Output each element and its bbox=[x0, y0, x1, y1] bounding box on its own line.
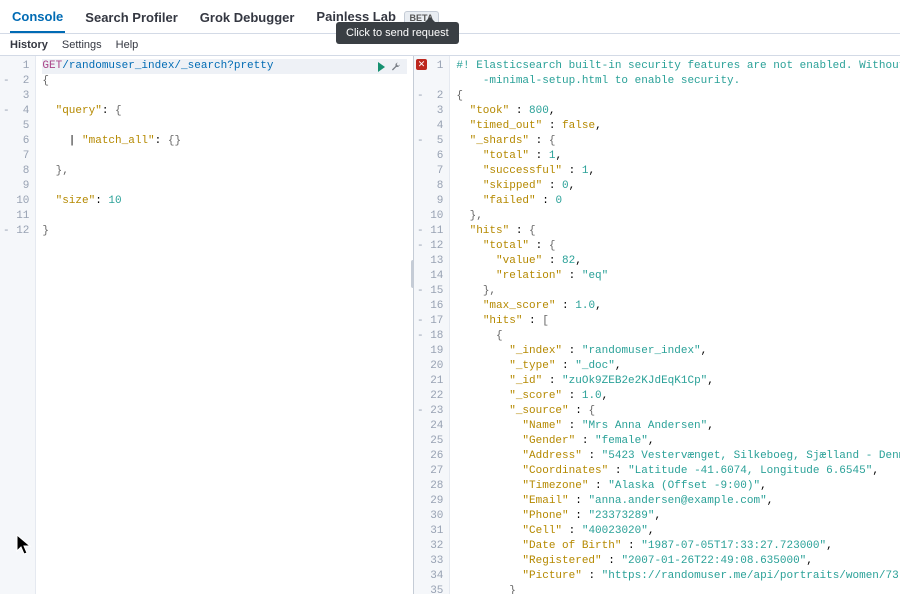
wrench-icon[interactable] bbox=[391, 62, 401, 72]
subtab-settings[interactable]: Settings bbox=[62, 39, 102, 51]
tab-grok-debugger[interactable]: Grok Debugger bbox=[198, 2, 297, 32]
request-editor-pane: 1 - 2 3 - 4 5 6 7 8 9 10 11 - 12 GET /ra… bbox=[0, 56, 414, 594]
request-line-gutter: 1 - 2 3 - 4 5 6 7 8 9 10 11 - 12 bbox=[0, 56, 36, 594]
subtab-history[interactable]: History bbox=[10, 39, 48, 51]
tab-search-profiler[interactable]: Search Profiler bbox=[83, 2, 180, 32]
mouse-cursor-icon bbox=[16, 534, 32, 556]
request-editor[interactable]: 1 - 2 3 - 4 5 6 7 8 9 10 11 - 12 GET /ra… bbox=[0, 56, 413, 594]
response-viewer[interactable]: 1 - 2 3 4 - 5 6 7 8 9 10 - 11 - 12 13 14… bbox=[414, 56, 900, 594]
response-pane: ✕ 1 - 2 3 4 - 5 6 7 8 9 10 - 11 - 12 13 … bbox=[414, 56, 900, 594]
send-request-icon[interactable] bbox=[378, 62, 385, 72]
response-line-gutter: 1 - 2 3 4 - 5 6 7 8 9 10 - 11 - 12 13 14… bbox=[414, 56, 450, 594]
warning-icon: ✕ bbox=[416, 59, 427, 70]
tab-console[interactable]: Console bbox=[10, 1, 65, 33]
response-code: #! Elasticsearch built-in security featu… bbox=[450, 56, 900, 594]
request-code[interactable]: GET /randomuser_index/_search?pretty{ "q… bbox=[36, 56, 413, 594]
send-request-tooltip: Click to send request bbox=[336, 22, 459, 44]
subtab-help[interactable]: Help bbox=[116, 39, 139, 51]
